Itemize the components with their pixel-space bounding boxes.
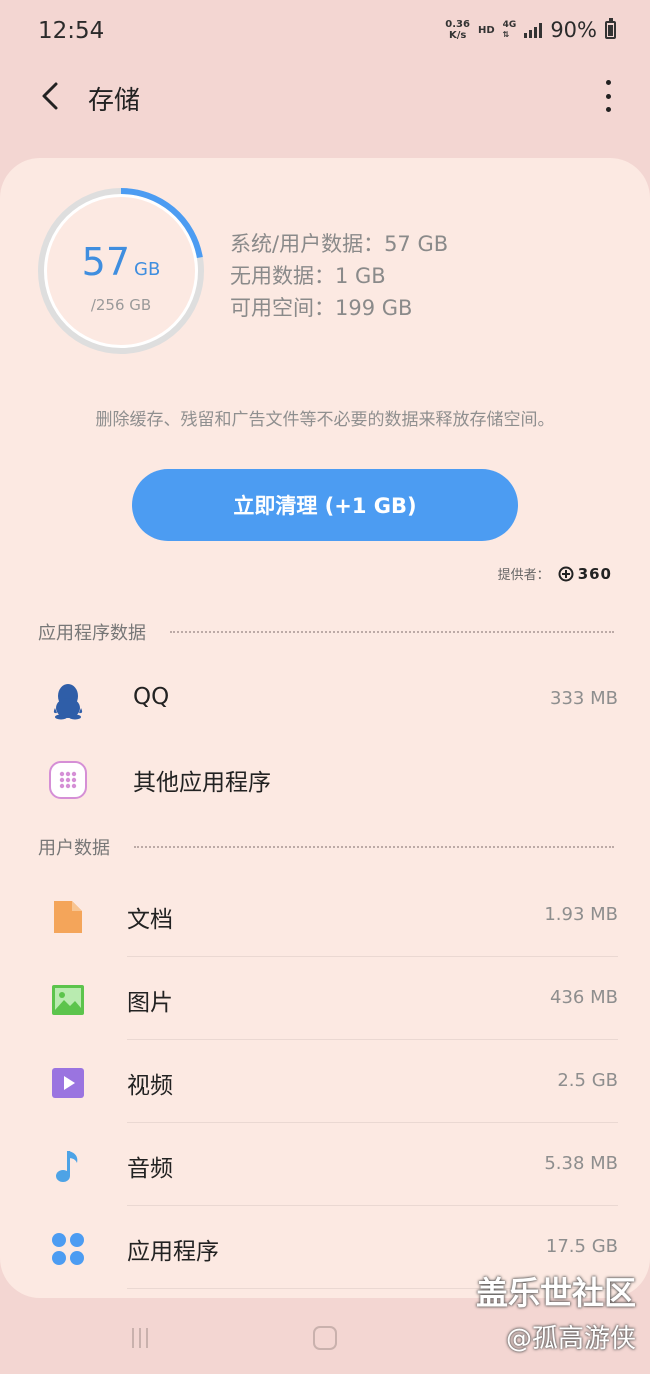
data-arrows-icon: ⇅ bbox=[502, 30, 510, 39]
app-item-other-apps[interactable]: 其他应用程序 bbox=[0, 738, 650, 820]
app-item-size: 333 MB bbox=[550, 688, 618, 709]
user-item-size: 1.93 MB bbox=[544, 904, 618, 925]
provider-label: 提供者： bbox=[497, 568, 550, 583]
battery-percent: 90% bbox=[550, 18, 597, 42]
user-data-section-header: 用户数据 bbox=[38, 832, 614, 862]
app-item-name: 其他应用程序 bbox=[133, 770, 271, 796]
used-storage: 57 GB bbox=[36, 240, 206, 284]
storage-usage-text: 57 GB /256 GB bbox=[36, 186, 206, 356]
row-divider bbox=[127, 956, 618, 957]
back-arrow-icon bbox=[42, 82, 58, 110]
user-item-name: 应用程序 bbox=[127, 1239, 219, 1265]
user-item-size: 436 MB bbox=[550, 987, 618, 1008]
app-header: 存储 bbox=[0, 62, 650, 134]
more-options-button[interactable] bbox=[602, 80, 614, 112]
watermark-title: 盖乐世社区 bbox=[475, 1274, 636, 1312]
more-dot-icon bbox=[605, 93, 611, 99]
app-data-section-header: 应用程序数据 bbox=[38, 617, 614, 647]
hd-icon: HD bbox=[477, 24, 495, 36]
applications-icon bbox=[48, 1229, 88, 1269]
recent-apps-icon bbox=[132, 1328, 134, 1348]
page-title: 存储 bbox=[88, 86, 141, 116]
stat-system-user-data: 系统/用户数据：57 GB bbox=[230, 232, 449, 256]
user-item-audio[interactable]: 音频 5.38 MB bbox=[0, 1124, 650, 1206]
battery-icon bbox=[605, 18, 616, 39]
clean-description: 删除缓存、残留和广告文件等不必要的数据来释放存储空间。 bbox=[95, 410, 555, 430]
more-dot-icon bbox=[605, 80, 611, 85]
provider-360-logo: 360 bbox=[558, 565, 612, 583]
recent-apps-button[interactable] bbox=[132, 1328, 148, 1348]
network-speed-value: 0.36 bbox=[445, 19, 470, 30]
user-item-size: 2.5 GB bbox=[557, 1070, 618, 1091]
storage-stats: 系统/用户数据：57 GB 无用数据：1 GB 可用空间：199 GB bbox=[230, 228, 448, 324]
network-type-icon: 4G ⇅ bbox=[502, 20, 517, 40]
app-data-section-title: 应用程序数据 bbox=[38, 623, 146, 644]
network-type-label: 4G bbox=[502, 20, 517, 30]
home-button[interactable] bbox=[313, 1326, 337, 1350]
audio-icon bbox=[48, 1146, 88, 1186]
video-icon bbox=[48, 1063, 88, 1103]
clean-now-button[interactable]: 立即清理 (+1 GB) bbox=[132, 469, 518, 541]
section-divider bbox=[134, 846, 614, 848]
status-time: 12:54 bbox=[38, 18, 105, 44]
provider-name: 360 bbox=[577, 564, 612, 583]
stat-junk-data: 无用数据：1 GB bbox=[230, 264, 386, 288]
user-item-name: 音频 bbox=[127, 1156, 173, 1182]
signal-icon bbox=[524, 22, 543, 38]
storage-card: 57 GB /256 GB 系统/用户数据：57 GB 无用数据：1 GB 可用空… bbox=[0, 158, 650, 1298]
user-item-size: 17.5 GB bbox=[545, 1236, 618, 1257]
row-divider bbox=[127, 1122, 618, 1123]
user-item-documents[interactable]: 文档 1.93 MB bbox=[0, 875, 650, 957]
recent-apps-icon bbox=[146, 1328, 148, 1348]
network-speed-unit: K/s bbox=[448, 30, 467, 41]
recent-apps-icon bbox=[139, 1328, 141, 1348]
user-item-name: 视频 bbox=[127, 1073, 173, 1099]
360-logo-icon bbox=[558, 566, 574, 581]
stat-available-space: 可用空间：199 GB bbox=[230, 296, 413, 320]
more-dot-icon bbox=[605, 107, 611, 112]
user-item-images[interactable]: 图片 436 MB bbox=[0, 958, 650, 1040]
network-speed: 0.36 K/s bbox=[445, 19, 470, 41]
user-item-size: 5.38 MB bbox=[544, 1153, 618, 1174]
status-bar: 12:54 0.36 K/s HD 4G ⇅ 90% bbox=[0, 0, 650, 62]
user-data-section-title: 用户数据 bbox=[38, 838, 110, 859]
total-storage: /256 GB bbox=[90, 296, 152, 314]
status-icons: 0.36 K/s HD 4G ⇅ 90% bbox=[445, 18, 616, 42]
app-item-name: QQ bbox=[133, 684, 170, 710]
back-button[interactable] bbox=[32, 78, 68, 114]
row-divider bbox=[127, 1039, 618, 1040]
used-value: 57 bbox=[81, 240, 131, 284]
document-icon bbox=[48, 897, 88, 937]
app-item-qq[interactable]: QQ 333 MB bbox=[0, 659, 650, 741]
image-icon bbox=[48, 980, 88, 1020]
watermark-author: @孤高游侠 bbox=[505, 1324, 636, 1354]
used-unit: GB bbox=[134, 259, 161, 280]
user-item-name: 图片 bbox=[127, 990, 173, 1016]
row-divider bbox=[127, 1205, 618, 1206]
user-item-name: 文档 bbox=[127, 907, 173, 933]
user-item-videos[interactable]: 视频 2.5 GB bbox=[0, 1041, 650, 1123]
qq-penguin-icon bbox=[48, 681, 88, 721]
section-divider bbox=[170, 631, 614, 633]
apps-grid-icon bbox=[48, 760, 88, 800]
provider-credit: 提供者： 360 bbox=[497, 564, 612, 584]
